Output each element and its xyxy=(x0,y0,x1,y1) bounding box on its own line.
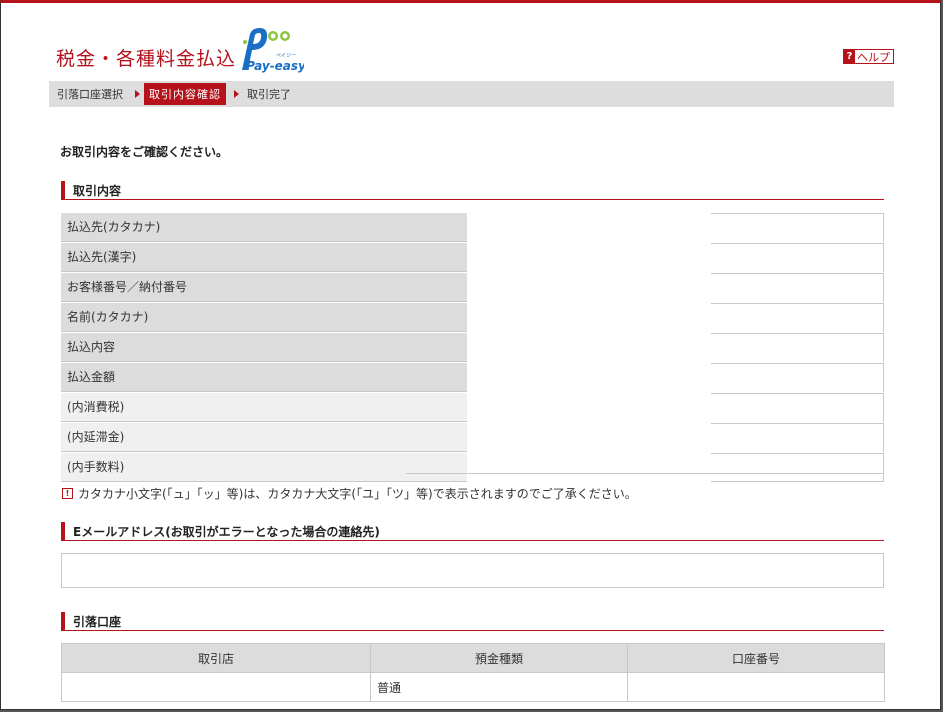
help-label: ヘルプ xyxy=(857,50,890,64)
breadcrumb-step-account-select: 引落口座選択 xyxy=(57,88,123,101)
section-heading-label: 取引内容 xyxy=(73,184,122,198)
pay-easy-logo: ペイジー Pay-easy xyxy=(242,28,304,73)
table-row: 普通 xyxy=(61,672,885,702)
row-value xyxy=(711,273,884,302)
row-label: 払込先(漢字) xyxy=(61,243,467,272)
help-question-icon: ? xyxy=(844,50,855,63)
section-heading-account: 引落口座 xyxy=(61,611,884,631)
row-label: 名前(カタカナ) xyxy=(61,303,467,332)
section-marker xyxy=(61,522,65,540)
transaction-detail-table: 払込先(カタカナ) 払込先(漢字) お客様番号／納付番号 名前(カタカナ) 払込… xyxy=(61,212,884,482)
chevron-right-icon xyxy=(234,90,239,98)
section-heading-label: Eメールアドレス(お取引がエラーとなった場合の連絡先) xyxy=(73,525,380,539)
table-row: 払込金額 xyxy=(61,362,884,392)
table-row: (内延滞金) xyxy=(61,422,884,452)
notice-icon: ! xyxy=(62,488,73,499)
table-divider xyxy=(406,473,884,474)
katakana-note: ! カタカナ小文字(「ュ」「ッ」等)は、カタカナ大文字(「ユ」「ツ」等)で表示さ… xyxy=(62,485,637,502)
row-value xyxy=(711,453,884,482)
page-title: 税金・各種料金払込 xyxy=(56,48,237,70)
column-header-account-number: 口座番号 xyxy=(627,643,885,673)
column-header-branch: 取引店 xyxy=(61,643,371,673)
row-label: 払込内容 xyxy=(61,333,467,362)
section-heading-label: 引落口座 xyxy=(73,615,122,629)
section-marker xyxy=(61,612,65,630)
row-value xyxy=(711,423,884,452)
row-label: (内延滞金) xyxy=(61,423,467,452)
chevron-right-icon xyxy=(135,90,140,98)
row-value xyxy=(711,333,884,362)
intro-message: お取引内容をご確認ください。 xyxy=(60,145,229,159)
table-row: (内手数料) xyxy=(61,452,884,482)
table-header-row: 取引店 預金種類 口座番号 xyxy=(61,643,885,673)
table-row: 払込先(カタカナ) xyxy=(61,212,884,242)
row-value xyxy=(711,303,884,332)
row-label: (内手数料) xyxy=(61,453,467,482)
row-label: 払込先(カタカナ) xyxy=(61,213,467,242)
row-label: お客様番号／納付番号 xyxy=(61,273,467,302)
breadcrumb-step-complete: 取引完了 xyxy=(247,88,291,101)
row-value xyxy=(711,393,884,422)
help-button[interactable]: ? ヘルプ xyxy=(843,49,894,64)
email-address-display xyxy=(61,553,884,588)
note-text: カタカナ小文字(「ュ」「ッ」等)は、カタカナ大文字(「ユ」「ツ」等)で表示されま… xyxy=(78,487,637,501)
row-label: 払込金額 xyxy=(61,363,467,392)
section-marker xyxy=(61,181,65,199)
row-value xyxy=(711,363,884,392)
section-heading-transaction: 取引内容 xyxy=(61,180,884,200)
row-value xyxy=(711,213,884,242)
logo-wordmark: Pay-easy xyxy=(246,59,304,73)
table-row: 払込内容 xyxy=(61,332,884,362)
section-heading-email: Eメールアドレス(お取引がエラーとなった場合の連絡先) xyxy=(61,521,884,541)
table-row: 払込先(漢字) xyxy=(61,242,884,272)
breadcrumb-step-confirm: 取引内容確認 xyxy=(144,83,226,105)
table-row: (内消費税) xyxy=(61,392,884,422)
cell-deposit-type: 普通 xyxy=(370,672,628,702)
breadcrumb: 引落口座選択 取引内容確認 取引完了 xyxy=(49,81,894,107)
table-row: お客様番号／納付番号 xyxy=(61,272,884,302)
debit-account-table: 取引店 預金種類 口座番号 普通 xyxy=(61,643,885,702)
cell-account-number xyxy=(627,672,885,702)
cell-branch xyxy=(61,672,371,702)
table-row: 名前(カタカナ) xyxy=(61,302,884,332)
row-value xyxy=(711,243,884,272)
column-header-deposit-type: 預金種類 xyxy=(370,643,628,673)
row-label: (内消費税) xyxy=(61,393,467,422)
